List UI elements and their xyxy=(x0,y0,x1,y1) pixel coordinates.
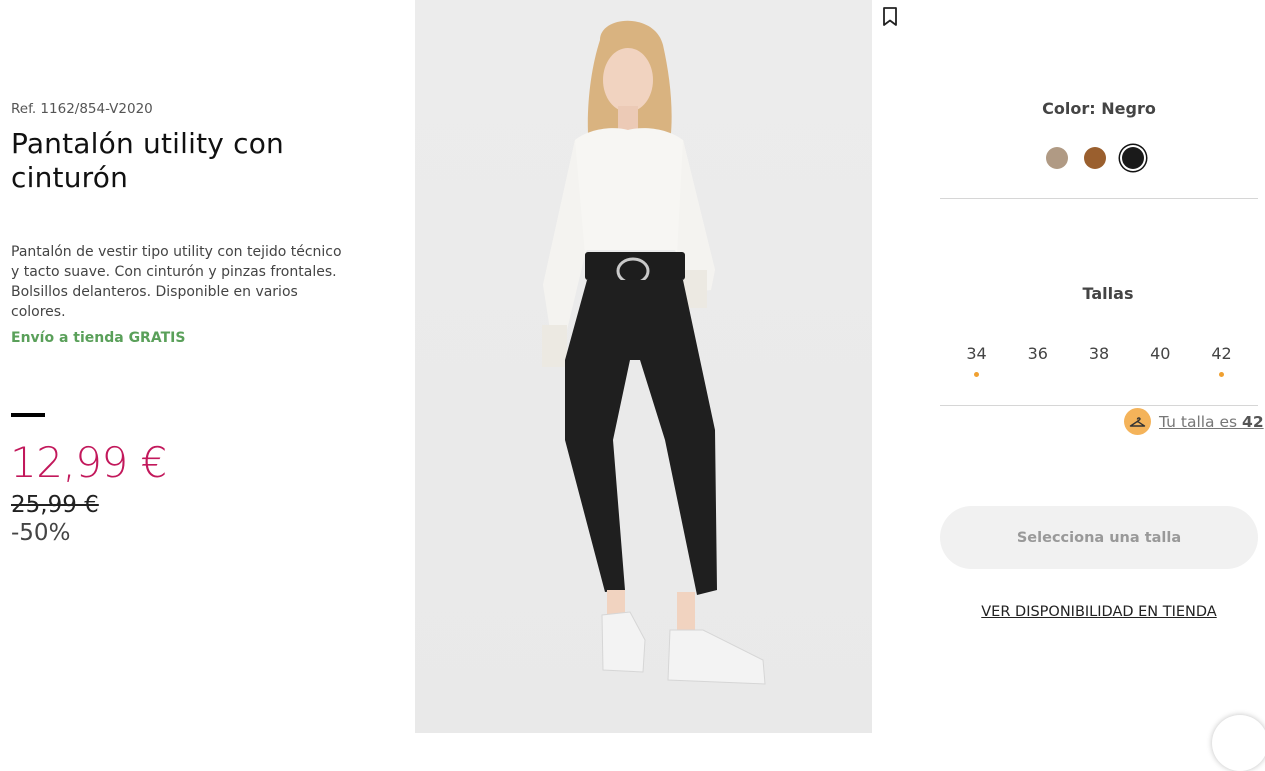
discount-percent: -50% xyxy=(11,520,71,546)
color-swatches xyxy=(1046,144,1144,172)
size-selector: 34 36 38 40 42 xyxy=(946,344,1252,378)
select-size-button[interactable]: Selecciona una talla xyxy=(940,506,1258,569)
low-stock-indicator xyxy=(1219,372,1224,377)
sizes-label: Tallas xyxy=(1082,284,1134,303)
price-divider xyxy=(11,413,45,417)
product-reference: Ref. 1162/854-V2020 xyxy=(11,101,153,117)
color-label: Color: Negro xyxy=(1042,99,1156,118)
product-image[interactable] xyxy=(415,0,872,733)
recommended-size: 42 xyxy=(1242,412,1264,431)
size-option-38[interactable]: 38 xyxy=(1069,344,1130,378)
size-option-40[interactable]: 40 xyxy=(1130,344,1191,378)
color-swatch-beige[interactable] xyxy=(1046,147,1068,169)
floating-action-button[interactable] xyxy=(1212,715,1265,771)
store-availability-link[interactable]: VER DISPONIBILIDAD EN TIENDA xyxy=(940,604,1258,620)
divider xyxy=(940,198,1258,199)
size-option-34[interactable]: 34 xyxy=(946,344,1007,378)
product-info-panel: Ref. 1162/854-V2020 Pantalón utility con… xyxy=(0,0,415,733)
size-label: 42 xyxy=(1211,344,1232,363)
size-label: 34 xyxy=(966,344,987,363)
low-stock-indicator xyxy=(974,372,979,377)
size-advisor[interactable]: Tu talla es 42 xyxy=(1124,408,1264,435)
hanger-icon xyxy=(1124,408,1151,435)
product-photo-illustration xyxy=(542,20,766,685)
size-option-42[interactable]: 42 xyxy=(1191,344,1252,378)
size-advisor-text: Tu talla es xyxy=(1159,412,1243,431)
size-label: 38 xyxy=(1088,344,1110,363)
size-advisor-link[interactable]: Tu talla es 42 xyxy=(1159,413,1264,431)
divider xyxy=(940,405,1258,406)
size-option-36[interactable]: 36 xyxy=(1007,344,1068,378)
original-price: 25,99 € xyxy=(11,492,99,518)
product-description: Pantalón de vestir tipo utility con teji… xyxy=(11,244,342,320)
color-swatch-black[interactable] xyxy=(1122,147,1144,169)
product-title: Pantalón utility con cinturón xyxy=(11,127,285,194)
color-swatch-brown[interactable] xyxy=(1084,147,1106,169)
free-shipping-note: Envío a tienda GRATIS xyxy=(11,330,186,346)
bookmark-icon[interactable] xyxy=(881,6,901,28)
current-price: 12,99 € xyxy=(10,438,167,487)
size-label: 40 xyxy=(1150,344,1171,363)
size-label: 36 xyxy=(1027,344,1048,363)
